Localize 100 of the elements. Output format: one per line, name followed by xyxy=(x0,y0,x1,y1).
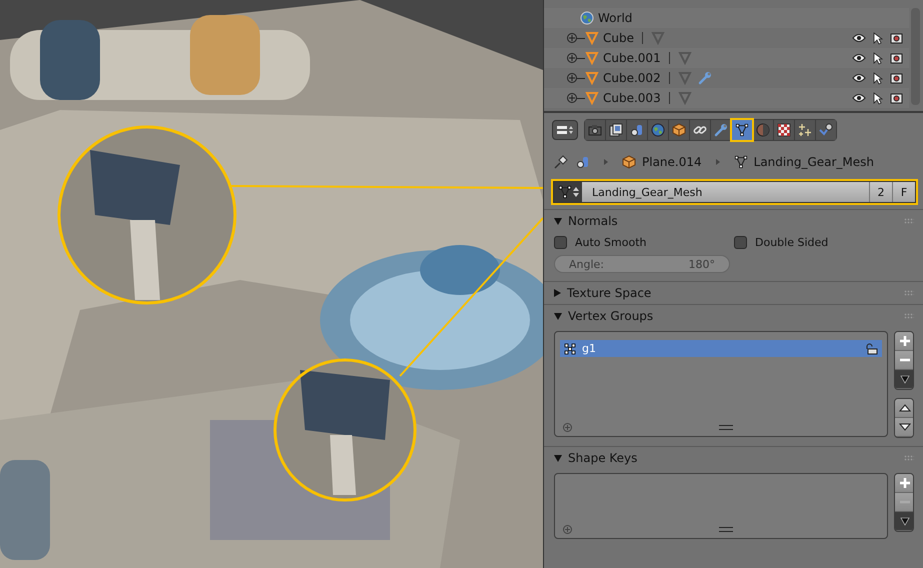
properties-tab[interactable] xyxy=(711,120,731,140)
panel-header[interactable]: Normals xyxy=(544,210,923,232)
up-arrow-icon xyxy=(898,404,910,412)
mesh-icon xyxy=(735,123,749,137)
properties-tab[interactable] xyxy=(795,120,815,140)
sparkles-icon xyxy=(798,123,812,137)
resize-handle[interactable] xyxy=(718,425,732,430)
ball-icon xyxy=(819,123,833,137)
eye-icon[interactable] xyxy=(852,93,866,103)
drag-grip-icon[interactable] xyxy=(904,455,914,461)
eye-icon[interactable] xyxy=(852,73,866,83)
vertex-group-icon xyxy=(564,342,576,354)
properties-tab[interactable] xyxy=(585,120,605,140)
move-down-button[interactable] xyxy=(895,418,913,437)
add-button[interactable] xyxy=(895,474,913,493)
list-item[interactable]: g1 xyxy=(560,340,882,357)
user-count: 2 xyxy=(869,182,892,202)
properties-tab[interactable] xyxy=(774,120,794,140)
drag-grip-icon[interactable] xyxy=(904,313,914,319)
checkbox-label: Auto Smooth xyxy=(575,236,646,249)
mesh-icon xyxy=(734,155,748,169)
unlock-icon[interactable] xyxy=(866,342,878,354)
sphere-icon xyxy=(756,123,770,137)
camera-icon[interactable] xyxy=(890,72,903,84)
properties-tab[interactable] xyxy=(606,120,626,140)
panel-title: Normals xyxy=(568,214,618,228)
mesh-datablock-field[interactable]: Landing_Gear_Mesh 2 F xyxy=(553,181,916,203)
expand-icon[interactable] xyxy=(567,93,577,103)
cursor-icon[interactable] xyxy=(873,92,883,104)
checkbox-label: Double Sided xyxy=(755,236,828,249)
dropdown-button[interactable] xyxy=(895,512,913,531)
spheres-icon xyxy=(630,123,644,137)
remove-button[interactable] xyxy=(895,351,913,370)
cube-icon xyxy=(672,123,686,137)
plus-icon xyxy=(898,335,910,347)
checkbox[interactable] xyxy=(734,236,747,249)
plus-icon xyxy=(898,477,910,489)
expand-icon[interactable] xyxy=(567,73,577,83)
images-icon xyxy=(609,123,623,137)
add-button[interactable] xyxy=(895,332,913,351)
mesh-object-icon xyxy=(585,31,599,45)
outliner-item[interactable]: Cube.002 xyxy=(603,71,661,85)
spheres-icon xyxy=(576,155,590,169)
eye-icon[interactable] xyxy=(852,33,866,43)
breadcrumb-item[interactable]: Plane.014 xyxy=(642,155,702,169)
panel-title: Texture Space xyxy=(567,286,652,300)
cursor-icon[interactable] xyxy=(873,72,883,84)
caret-icon xyxy=(900,374,910,384)
camera-icon[interactable] xyxy=(890,32,903,44)
mesh-data-icon xyxy=(678,71,692,85)
mesh-data-icon xyxy=(650,31,665,45)
cursor-icon[interactable] xyxy=(873,52,883,64)
item-label: g1 xyxy=(582,342,596,355)
editor-type-button[interactable] xyxy=(552,120,578,140)
camera-icon[interactable] xyxy=(890,52,903,64)
panel-header[interactable]: Texture Space xyxy=(544,282,923,304)
up-down-arrows-icon xyxy=(572,187,578,197)
expand-icon[interactable] xyxy=(567,33,577,43)
panel-header[interactable]: Shape Keys xyxy=(544,447,923,469)
wrench-icon xyxy=(698,71,712,85)
panel-title: Shape Keys xyxy=(568,451,638,465)
properties-tab[interactable] xyxy=(690,120,710,140)
pin-icon[interactable] xyxy=(554,155,568,169)
properties-tab[interactable] xyxy=(753,120,773,140)
drag-grip-icon[interactable] xyxy=(904,290,914,296)
expand-icon[interactable] xyxy=(567,53,577,63)
mesh-icon xyxy=(558,185,572,199)
properties-tab[interactable] xyxy=(648,120,668,140)
camera-icon xyxy=(588,124,602,136)
panel-header[interactable]: Vertex Groups xyxy=(544,305,923,327)
move-up-button[interactable] xyxy=(895,399,913,418)
resize-handle[interactable] xyxy=(718,527,732,532)
properties-tab[interactable] xyxy=(627,120,647,140)
camera-icon[interactable] xyxy=(890,92,903,104)
breadcrumb-item[interactable]: Landing_Gear_Mesh xyxy=(754,155,874,169)
cube-icon xyxy=(622,155,636,169)
wrench-icon xyxy=(714,123,728,137)
outliner-item[interactable]: World xyxy=(598,11,632,25)
checkbox[interactable] xyxy=(554,236,567,249)
mesh-object-icon xyxy=(585,91,599,105)
properties-tab[interactable] xyxy=(732,120,752,140)
mesh-data-icon xyxy=(678,91,692,105)
checker-icon xyxy=(777,123,791,137)
outliner-item[interactable]: Cube xyxy=(603,31,634,45)
panel-title: Vertex Groups xyxy=(568,309,654,323)
editor-type-icon xyxy=(556,125,574,135)
eye-icon[interactable] xyxy=(852,53,866,63)
mesh-object-icon xyxy=(585,51,599,65)
dropdown-button[interactable] xyxy=(895,370,913,389)
mesh-object-icon xyxy=(585,71,599,85)
globe-icon xyxy=(651,123,665,137)
mesh-browse-button[interactable] xyxy=(554,182,582,202)
properties-tab[interactable] xyxy=(816,120,836,140)
down-arrow-icon xyxy=(898,423,910,431)
cursor-icon[interactable] xyxy=(873,32,883,44)
outliner-item[interactable]: Cube.003 xyxy=(603,91,661,105)
globe-icon xyxy=(580,11,594,25)
fake-user-button[interactable]: F xyxy=(892,182,915,202)
outliner-item[interactable]: Cube.001 xyxy=(603,51,661,65)
drag-grip-icon[interactable] xyxy=(904,218,914,224)
